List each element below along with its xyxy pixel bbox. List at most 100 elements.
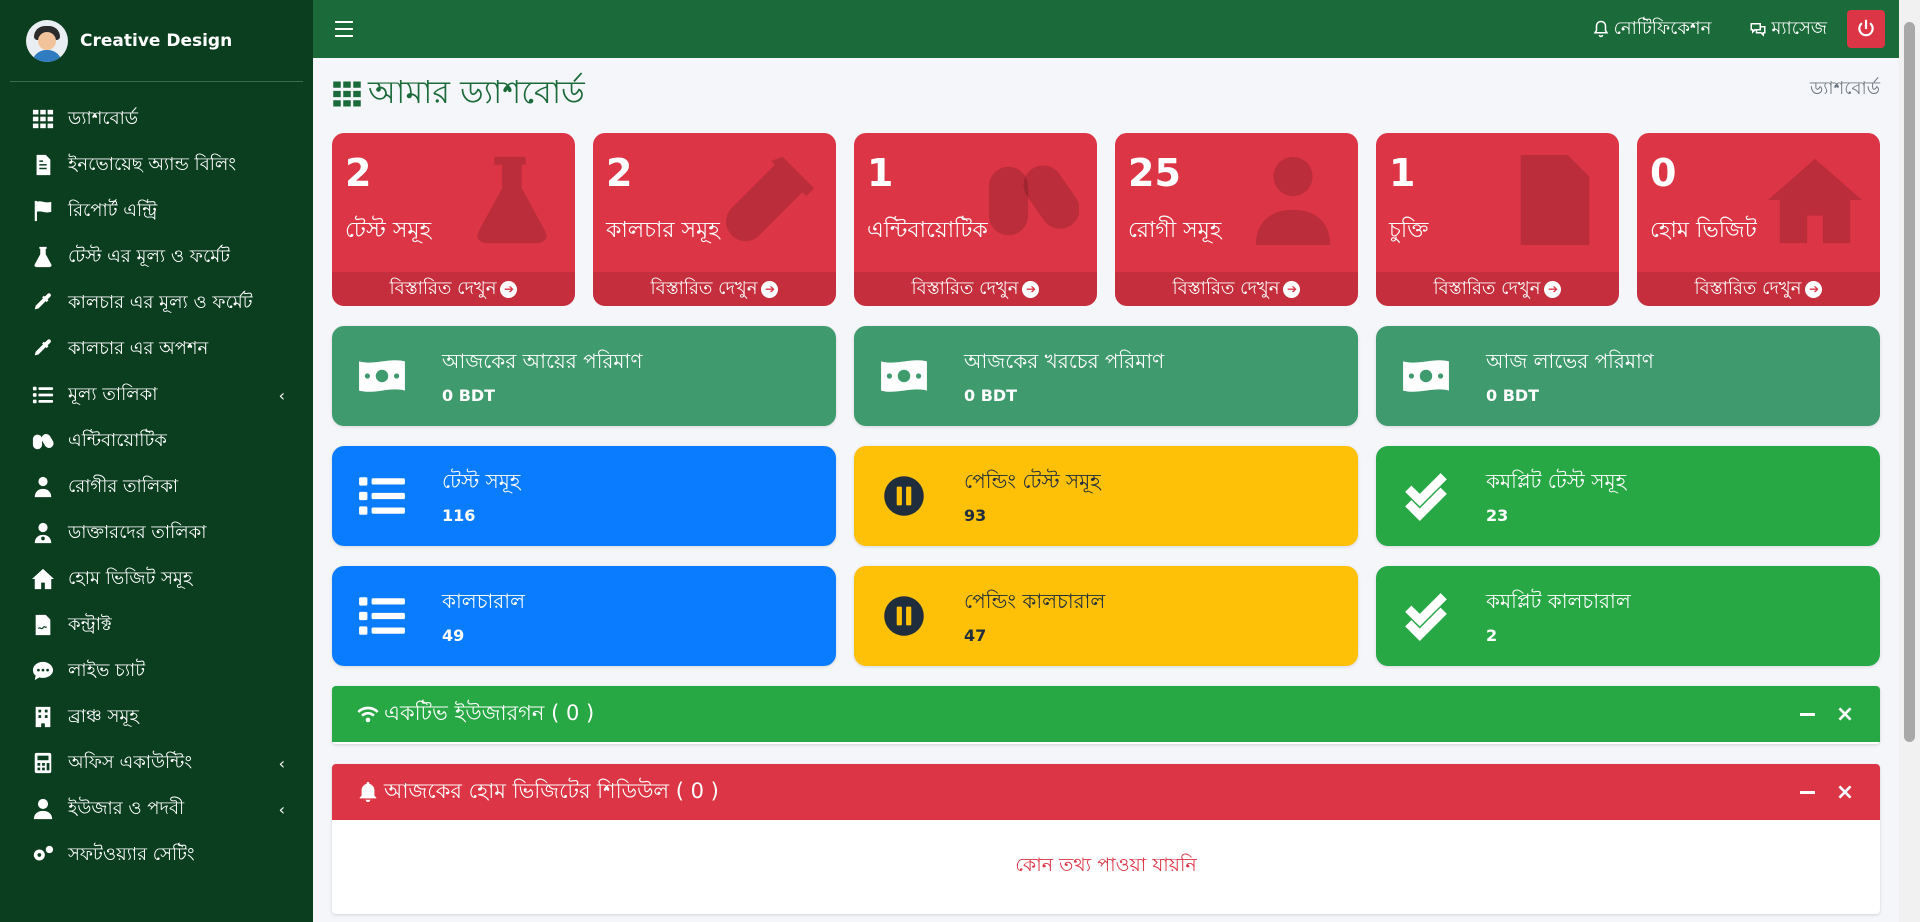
small-box-value: 2 (345, 151, 372, 195)
small-box-patients: 25 রোগী সমূহ বিস্তারিত দেখুন ➔ (1115, 133, 1358, 306)
sidebar-item-culture-options[interactable]: কালচার এর অপশন (0, 326, 313, 372)
sidebar-item-dashboard[interactable]: ড্যাশবোর্ড (0, 96, 313, 142)
sidebar-item-test-price-format[interactable]: টেস্ট এর মূল্য ও ফর্মেট (0, 234, 313, 280)
small-box-more-link[interactable]: বিস্তারিত দেখুন ➔ (1115, 272, 1358, 306)
info-box-value: 116 (442, 506, 476, 525)
pause-circle-icon (879, 591, 929, 641)
small-box-value: 1 (867, 151, 894, 195)
info-box-label: আজকের আয়ের পরিমাণ (442, 349, 643, 373)
small-box-value: 25 (1128, 151, 1181, 195)
sidebar-item-price-list[interactable]: মূল্য তালিকা ‹ (0, 372, 313, 418)
sidebar-item-culture-price-format[interactable]: কালচার এর মূল্য ও ফর্মেট (0, 280, 313, 326)
small-box-more-link[interactable]: বিস্তারিত দেখুন ➔ (1376, 272, 1619, 306)
logout-button[interactable] (1847, 10, 1885, 48)
more-link-text: বিস্তারিত দেখুন (1433, 277, 1541, 299)
summary-boxes: 2 টেস্ট সমূহ বিস্তারিত দেখুন ➔ 2 কালচার স… (332, 133, 1880, 306)
brand[interactable]: Creative Design (10, 0, 303, 82)
bell-icon (356, 781, 380, 803)
breadcrumb[interactable]: ড্যাশবোর্ড (1810, 74, 1880, 105)
sidebar-item-label: কালচার এর মূল্য ও ফর্মেট (68, 291, 253, 313)
sidebar-item-live-chat[interactable]: লাইভ চ্যাট (0, 648, 313, 694)
home-icon (30, 568, 56, 590)
info-box-complete-cultures: কমপ্লিট কালচারাল 2 (1376, 566, 1880, 666)
sidebar-item-software-settings[interactable]: সফটওয়্যার সেটিং (0, 832, 313, 878)
collapse-button[interactable] (1792, 699, 1822, 729)
info-box-pending-cultures: পেন্ডিং কালচারাল 47 (854, 566, 1358, 666)
arrow-circle-right-icon: ➔ (1022, 280, 1040, 298)
wifi-icon (356, 703, 380, 725)
info-box-complete-tests: কমপ্লিট টেস্ট সমূহ 23 (1376, 446, 1880, 546)
card-title: একটিভ ইউজারগন ( 0 ) (384, 700, 595, 725)
more-link-text: বিস্তারিত দেখুন (650, 277, 758, 299)
info-box-label: কমপ্লিট টেস্ট সমূহ (1486, 469, 1627, 493)
close-icon: × (1835, 701, 1855, 727)
close-button[interactable]: × (1830, 699, 1860, 729)
chevron-left-icon: ‹ (278, 753, 285, 773)
user-icon (30, 798, 56, 820)
sidebar-item-home-visits[interactable]: হোম ভিজিট সমূহ (0, 556, 313, 602)
eyedropper-icon (30, 338, 56, 360)
info-box-label: টেস্ট সমূহ (442, 469, 521, 493)
chat-icon (30, 660, 56, 682)
info-box-expense: আজকের খরচের পরিমাণ 0 BDT (854, 326, 1358, 426)
sidebar-item-contract[interactable]: কন্ট্রাক্ট (0, 602, 313, 648)
scrollbar[interactable] (1899, 0, 1920, 922)
capsules-icon (30, 430, 56, 452)
info-box-value: 47 (964, 626, 987, 645)
sidebar-item-label: সফটওয়্যার সেটিং (68, 843, 195, 865)
notifications-label: নোটিফিকেশন (1613, 17, 1712, 39)
page-title-text: আমার ড্যাশবোর্ড (368, 73, 585, 111)
patient-icon (1246, 153, 1340, 247)
test-boxes: টেস্ট সমূহ 116 পেন্ডিং টেস্ট সমূহ 93 কমপ্ল… (332, 446, 1880, 546)
messages-label: ম্যাসেজ (1771, 17, 1827, 39)
collapse-button[interactable] (1792, 777, 1822, 807)
finance-boxes: আজকের আয়ের পরিমাণ 0 BDT আজকের খরচের পরিম… (332, 326, 1880, 426)
menu-toggle-icon[interactable] (335, 21, 353, 37)
sidebar-item-label: টেস্ট এর মূল্য ও ফর্মেট (68, 245, 230, 267)
info-box-value: 23 (1486, 506, 1509, 525)
sidebar-nav: ড্যাশবোর্ড ইনভোয়েছ অ্যান্ড বিলিং রিপোর্… (0, 82, 313, 878)
list-icon (357, 591, 407, 641)
info-box-label: আজ লাভের পরিমাণ (1486, 349, 1654, 373)
bell-icon (1592, 20, 1610, 38)
sidebar-item-label: ইনভোয়েছ অ্যান্ড বিলিং (68, 153, 237, 175)
sidebar-item-label: মূল্য তালিকা (68, 383, 158, 405)
pause-circle-icon (879, 471, 929, 521)
culture-boxes: কালচারাল 49 পেন্ডিং কালচারাল 47 কমপ্লিট কা… (332, 566, 1880, 666)
sidebar-item-office-accounting[interactable]: অফিস একাউন্টিং ‹ (0, 740, 313, 786)
sidebar-item-label: অফিস একাউন্টিং (68, 751, 193, 773)
info-box-value: 0 BDT (1486, 386, 1540, 405)
minus-icon (1799, 712, 1815, 716)
notifications-link[interactable]: নোটিফিকেশন (1592, 14, 1712, 45)
small-box-more-link[interactable]: বিস্তারিত দেখুন ➔ (1637, 272, 1880, 306)
small-box-label: হোম ভিজিট (1650, 218, 1757, 243)
chevron-left-icon: ‹ (278, 799, 285, 819)
sidebar-item-report-entry[interactable]: রিপোর্ট এন্ট্রি (0, 188, 313, 234)
info-box-value: 2 (1486, 626, 1498, 645)
sidebar-item-doctor-list[interactable]: ডাক্তারদের তালিকা (0, 510, 313, 556)
arrow-circle-right-icon: ➔ (761, 280, 779, 298)
small-box-more-link[interactable]: বিস্তারিত দেখুন ➔ (332, 272, 575, 306)
eyedropper-icon (30, 292, 56, 314)
info-box-value: 49 (442, 626, 465, 645)
small-box-value: 1 (1389, 151, 1416, 195)
sidebar-item-antibiotic[interactable]: এন্টিবায়োটিক (0, 418, 313, 464)
small-box-more-link[interactable]: বিস্তারিত দেখুন ➔ (593, 272, 836, 306)
arrow-circle-right-icon: ➔ (500, 280, 518, 298)
small-box-value: 2 (606, 151, 633, 195)
sidebar-item-label: ডাক্তারদের তালিকা (68, 521, 207, 543)
info-box-label: পেন্ডিং টেস্ট সমূহ (964, 469, 1101, 493)
sidebar-item-branches[interactable]: ব্রাঞ্চ সমূহ (0, 694, 313, 740)
close-button[interactable]: × (1830, 777, 1860, 807)
small-box-label: টেস্ট সমূহ (345, 218, 432, 243)
card-header: একটিভ ইউজারগন ( 0 ) × (332, 686, 1880, 742)
small-box-label: চুক্তি (1389, 218, 1429, 243)
sidebar-item-users-roles[interactable]: ইউজার ও পদবী ‹ (0, 786, 313, 832)
small-box-more-link[interactable]: বিস্তারিত দেখুন ➔ (854, 272, 1097, 306)
sidebar-item-invoice-billing[interactable]: ইনভোয়েছ অ্যান্ড বিলিং (0, 142, 313, 188)
sidebar-item-patient-list[interactable]: রোগীর তালিকা (0, 464, 313, 510)
scrollbar-thumb[interactable] (1904, 22, 1915, 742)
messages-link[interactable]: ম্যাসেজ (1749, 14, 1827, 45)
home-visit-schedule-card: আজকের হোম ভিজিটের শিডিউল ( 0 ) × কোন তথ্… (332, 764, 1880, 914)
active-users-card: একটিভ ইউজারগন ( 0 ) × (332, 686, 1880, 744)
